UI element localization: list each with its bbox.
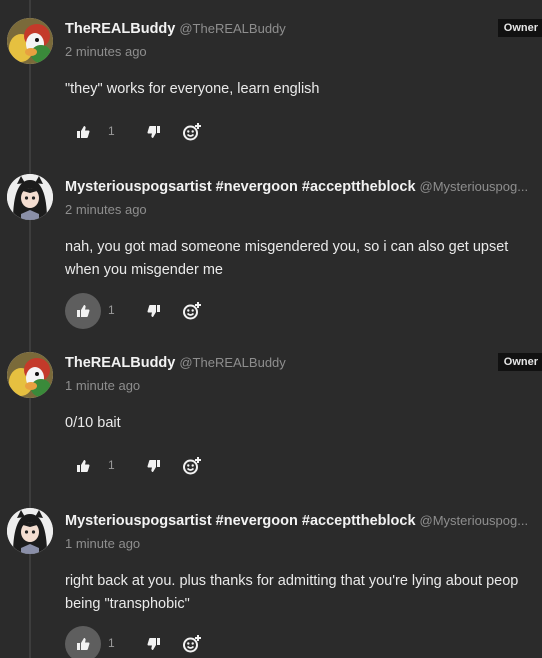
owner-badge: Owner: [497, 353, 542, 371]
comment-text-line: "they" works for everyone, learn english: [65, 81, 320, 97]
avatar[interactable]: [7, 18, 53, 64]
add-emoji-icon: [183, 302, 201, 320]
like-count: 1: [108, 124, 115, 138]
author-name[interactable]: Mysteriouspogsartist #nevergoon #acceptt…: [65, 179, 416, 195]
comment-text: "they" works for everyone, learn english: [65, 78, 542, 101]
thumbs-down-icon: [147, 638, 160, 650]
comment-text-line: when you misgender me: [65, 262, 223, 278]
add-reaction-button[interactable]: [178, 452, 206, 480]
avatar[interactable]: [7, 174, 53, 220]
like-button[interactable]: [65, 114, 101, 150]
avatar[interactable]: [7, 508, 53, 554]
duck-avatar-icon: [7, 18, 53, 64]
dislike-button[interactable]: [141, 119, 167, 145]
comment-actions: 1: [65, 293, 225, 329]
timestamp[interactable]: 1 minute ago: [65, 378, 140, 393]
thumbs-up-icon: [77, 638, 90, 650]
dislike-button[interactable]: [141, 631, 167, 657]
comment-text-line: right back at you. plus thanks for admit…: [65, 573, 519, 589]
add-emoji-icon: [183, 457, 201, 475]
add-reaction-button[interactable]: [178, 630, 206, 658]
thumbs-down-icon: [147, 305, 160, 317]
thumbs-down-icon: [147, 126, 160, 138]
comment-text-line: being "transphobic": [65, 596, 190, 612]
add-emoji-icon: [183, 635, 201, 653]
duck-avatar-icon: [7, 352, 53, 398]
comment-text: right back at you. plus thanks for admit…: [65, 570, 542, 616]
like-button[interactable]: [65, 626, 101, 658]
like-count: 1: [108, 458, 115, 472]
comment-text: 0/10 bait: [65, 412, 542, 435]
timestamp[interactable]: 2 minutes ago: [65, 202, 147, 217]
timestamp[interactable]: 2 minutes ago: [65, 44, 147, 59]
thumbs-up-icon: [77, 305, 90, 317]
like-button[interactable]: [65, 293, 101, 329]
thumbs-down-icon: [147, 460, 160, 472]
add-reaction-button[interactable]: [178, 118, 206, 146]
thumbs-up-icon: [77, 126, 90, 138]
thumbs-up-icon: [77, 460, 90, 472]
comment-text-line: nah, you got mad someone misgendered you…: [65, 239, 509, 255]
comment-header: Mysteriouspogsartist #nevergoon #acceptt…: [65, 178, 534, 196]
like-button[interactable]: [65, 448, 101, 484]
author-handle[interactable]: @TheREALBuddy: [179, 355, 285, 370]
add-emoji-icon: [183, 123, 201, 141]
comment-text: nah, you got mad someone misgendered you…: [65, 236, 542, 282]
comment-text-line: 0/10 bait: [65, 415, 121, 431]
anime-girl-avatar-icon: [7, 508, 53, 554]
comment-actions: 1: [65, 114, 225, 150]
dislike-button[interactable]: [141, 453, 167, 479]
owner-badge: Owner: [497, 19, 542, 37]
like-count: 1: [108, 303, 115, 317]
comment-header: Mysteriouspogsartist #nevergoon #acceptt…: [65, 512, 534, 530]
comment: TheREALBuddy @TheREALBuddy Owner 1 minute…: [0, 334, 542, 501]
add-reaction-button[interactable]: [178, 297, 206, 325]
author-name[interactable]: TheREALBuddy: [65, 21, 175, 37]
comment: Mysteriouspogsartist #nevergoon #acceptt…: [0, 492, 542, 658]
comment-actions: 1: [65, 626, 225, 658]
timestamp[interactable]: 1 minute ago: [65, 536, 140, 551]
comment: Mysteriouspogsartist #nevergoon #acceptt…: [0, 158, 542, 329]
avatar[interactable]: [7, 352, 53, 398]
comment: TheREALBuddy @TheREALBuddy Owner 2 minute…: [0, 0, 542, 167]
comment-header: TheREALBuddy @TheREALBuddy: [65, 354, 534, 372]
dislike-button[interactable]: [141, 298, 167, 324]
author-handle[interactable]: @Mysteriouspog...: [420, 513, 529, 528]
author-name[interactable]: Mysteriouspogsartist #nevergoon #acceptt…: [65, 513, 416, 529]
like-count: 1: [108, 636, 115, 650]
author-handle[interactable]: @Mysteriouspog...: [420, 179, 529, 194]
comment-header: TheREALBuddy @TheREALBuddy: [65, 20, 534, 38]
author-name[interactable]: TheREALBuddy: [65, 355, 175, 371]
comment-actions: 1: [65, 448, 225, 484]
anime-girl-avatar-icon: [7, 174, 53, 220]
author-handle[interactable]: @TheREALBuddy: [179, 21, 285, 36]
